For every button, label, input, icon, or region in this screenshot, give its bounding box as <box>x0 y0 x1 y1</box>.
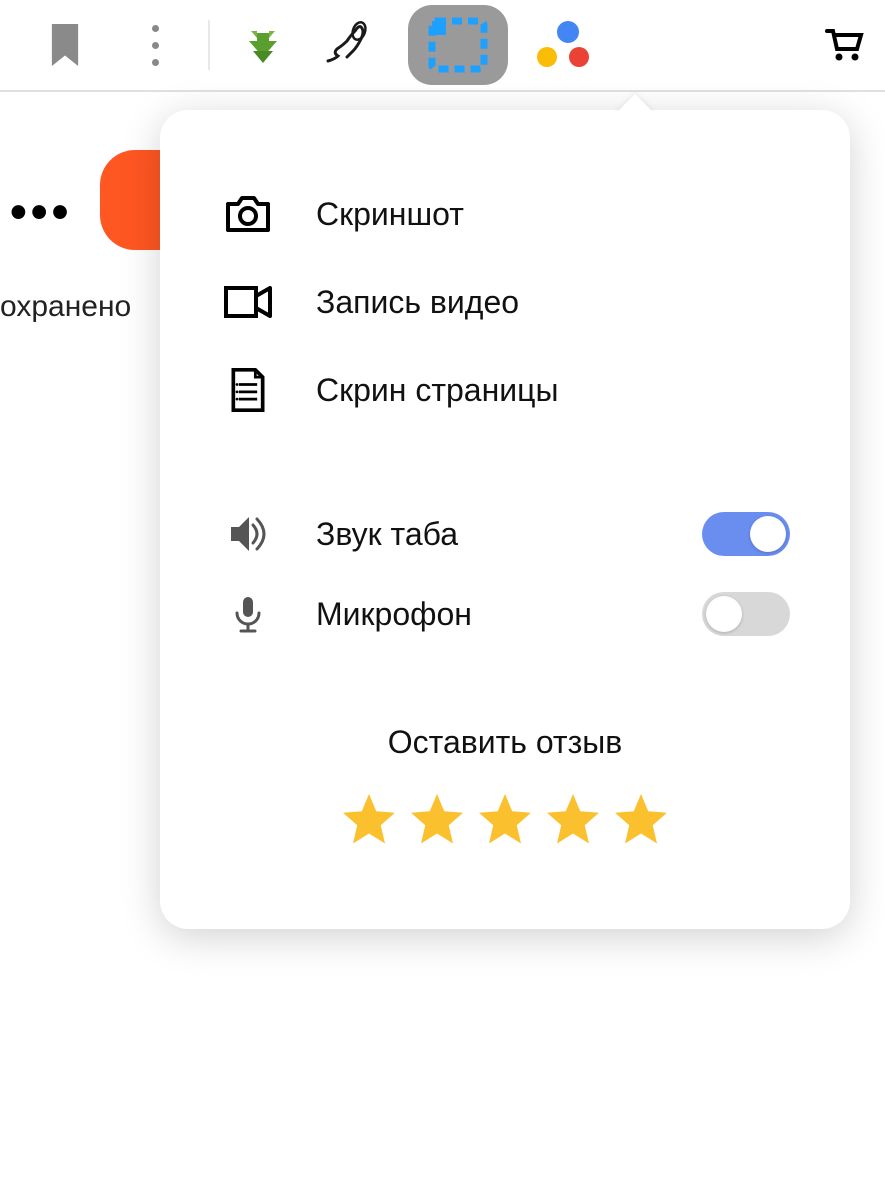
toggle-row-tab-sound: Звук таба <box>210 494 800 574</box>
menu-item-video[interactable]: Запись видео <box>210 258 800 346</box>
menu-item-pagescreen[interactable]: Скрин страницы <box>210 346 800 434</box>
kebab-menu-icon <box>152 25 159 66</box>
screenshot-extension-icon <box>428 17 488 73</box>
extension-popup: Скриншот Запись видео Скрин страницы <box>160 110 850 929</box>
toggle-row-microphone: Микрофон <box>210 574 800 654</box>
signature-icon <box>323 21 383 69</box>
star-icon[interactable] <box>611 789 671 849</box>
document-list-icon <box>224 368 272 412</box>
toggle-microphone[interactable] <box>702 592 790 636</box>
screenshot-extension-button[interactable] <box>398 0 518 90</box>
background-ellipsis: ••• <box>10 185 72 240</box>
menu-item-label: Запись видео <box>316 284 790 321</box>
star-icon[interactable] <box>339 789 399 849</box>
star-icon[interactable] <box>475 789 535 849</box>
colored-dots-extension-icon <box>535 21 591 69</box>
toggle-tab-sound[interactable] <box>702 512 790 556</box>
star-icon[interactable] <box>543 789 603 849</box>
toggle-label: Звук таба <box>316 516 662 553</box>
feedback-title: Оставить отзыв <box>210 724 800 761</box>
bookmark-button[interactable] <box>20 0 110 90</box>
screenshot-extension-active-bg <box>408 5 508 85</box>
cart-button[interactable] <box>825 0 865 90</box>
rating-stars[interactable] <box>210 789 800 849</box>
download-extension-button[interactable] <box>218 0 308 90</box>
kebab-menu-button[interactable] <box>110 0 200 90</box>
menu-item-label: Скрин страницы <box>316 372 790 409</box>
feedback-section: Оставить отзыв <box>210 724 800 849</box>
toggle-label: Микрофон <box>316 596 662 633</box>
speaker-icon <box>227 513 269 555</box>
menu-item-label: Скриншот <box>316 196 790 233</box>
cart-icon <box>825 25 865 65</box>
video-camera-icon <box>224 280 272 324</box>
camera-icon <box>224 192 272 236</box>
browser-toolbar <box>0 0 885 92</box>
bookmark-icon <box>49 24 81 66</box>
menu-item-screenshot[interactable]: Скриншот <box>210 170 800 258</box>
microphone-icon <box>227 593 269 635</box>
signature-extension-button[interactable] <box>308 0 398 90</box>
download-icon <box>239 21 287 69</box>
toolbar-separator <box>208 20 210 70</box>
dots-extension-button[interactable] <box>518 0 608 90</box>
background-partial-text: охранено <box>0 290 131 324</box>
star-icon[interactable] <box>407 789 467 849</box>
